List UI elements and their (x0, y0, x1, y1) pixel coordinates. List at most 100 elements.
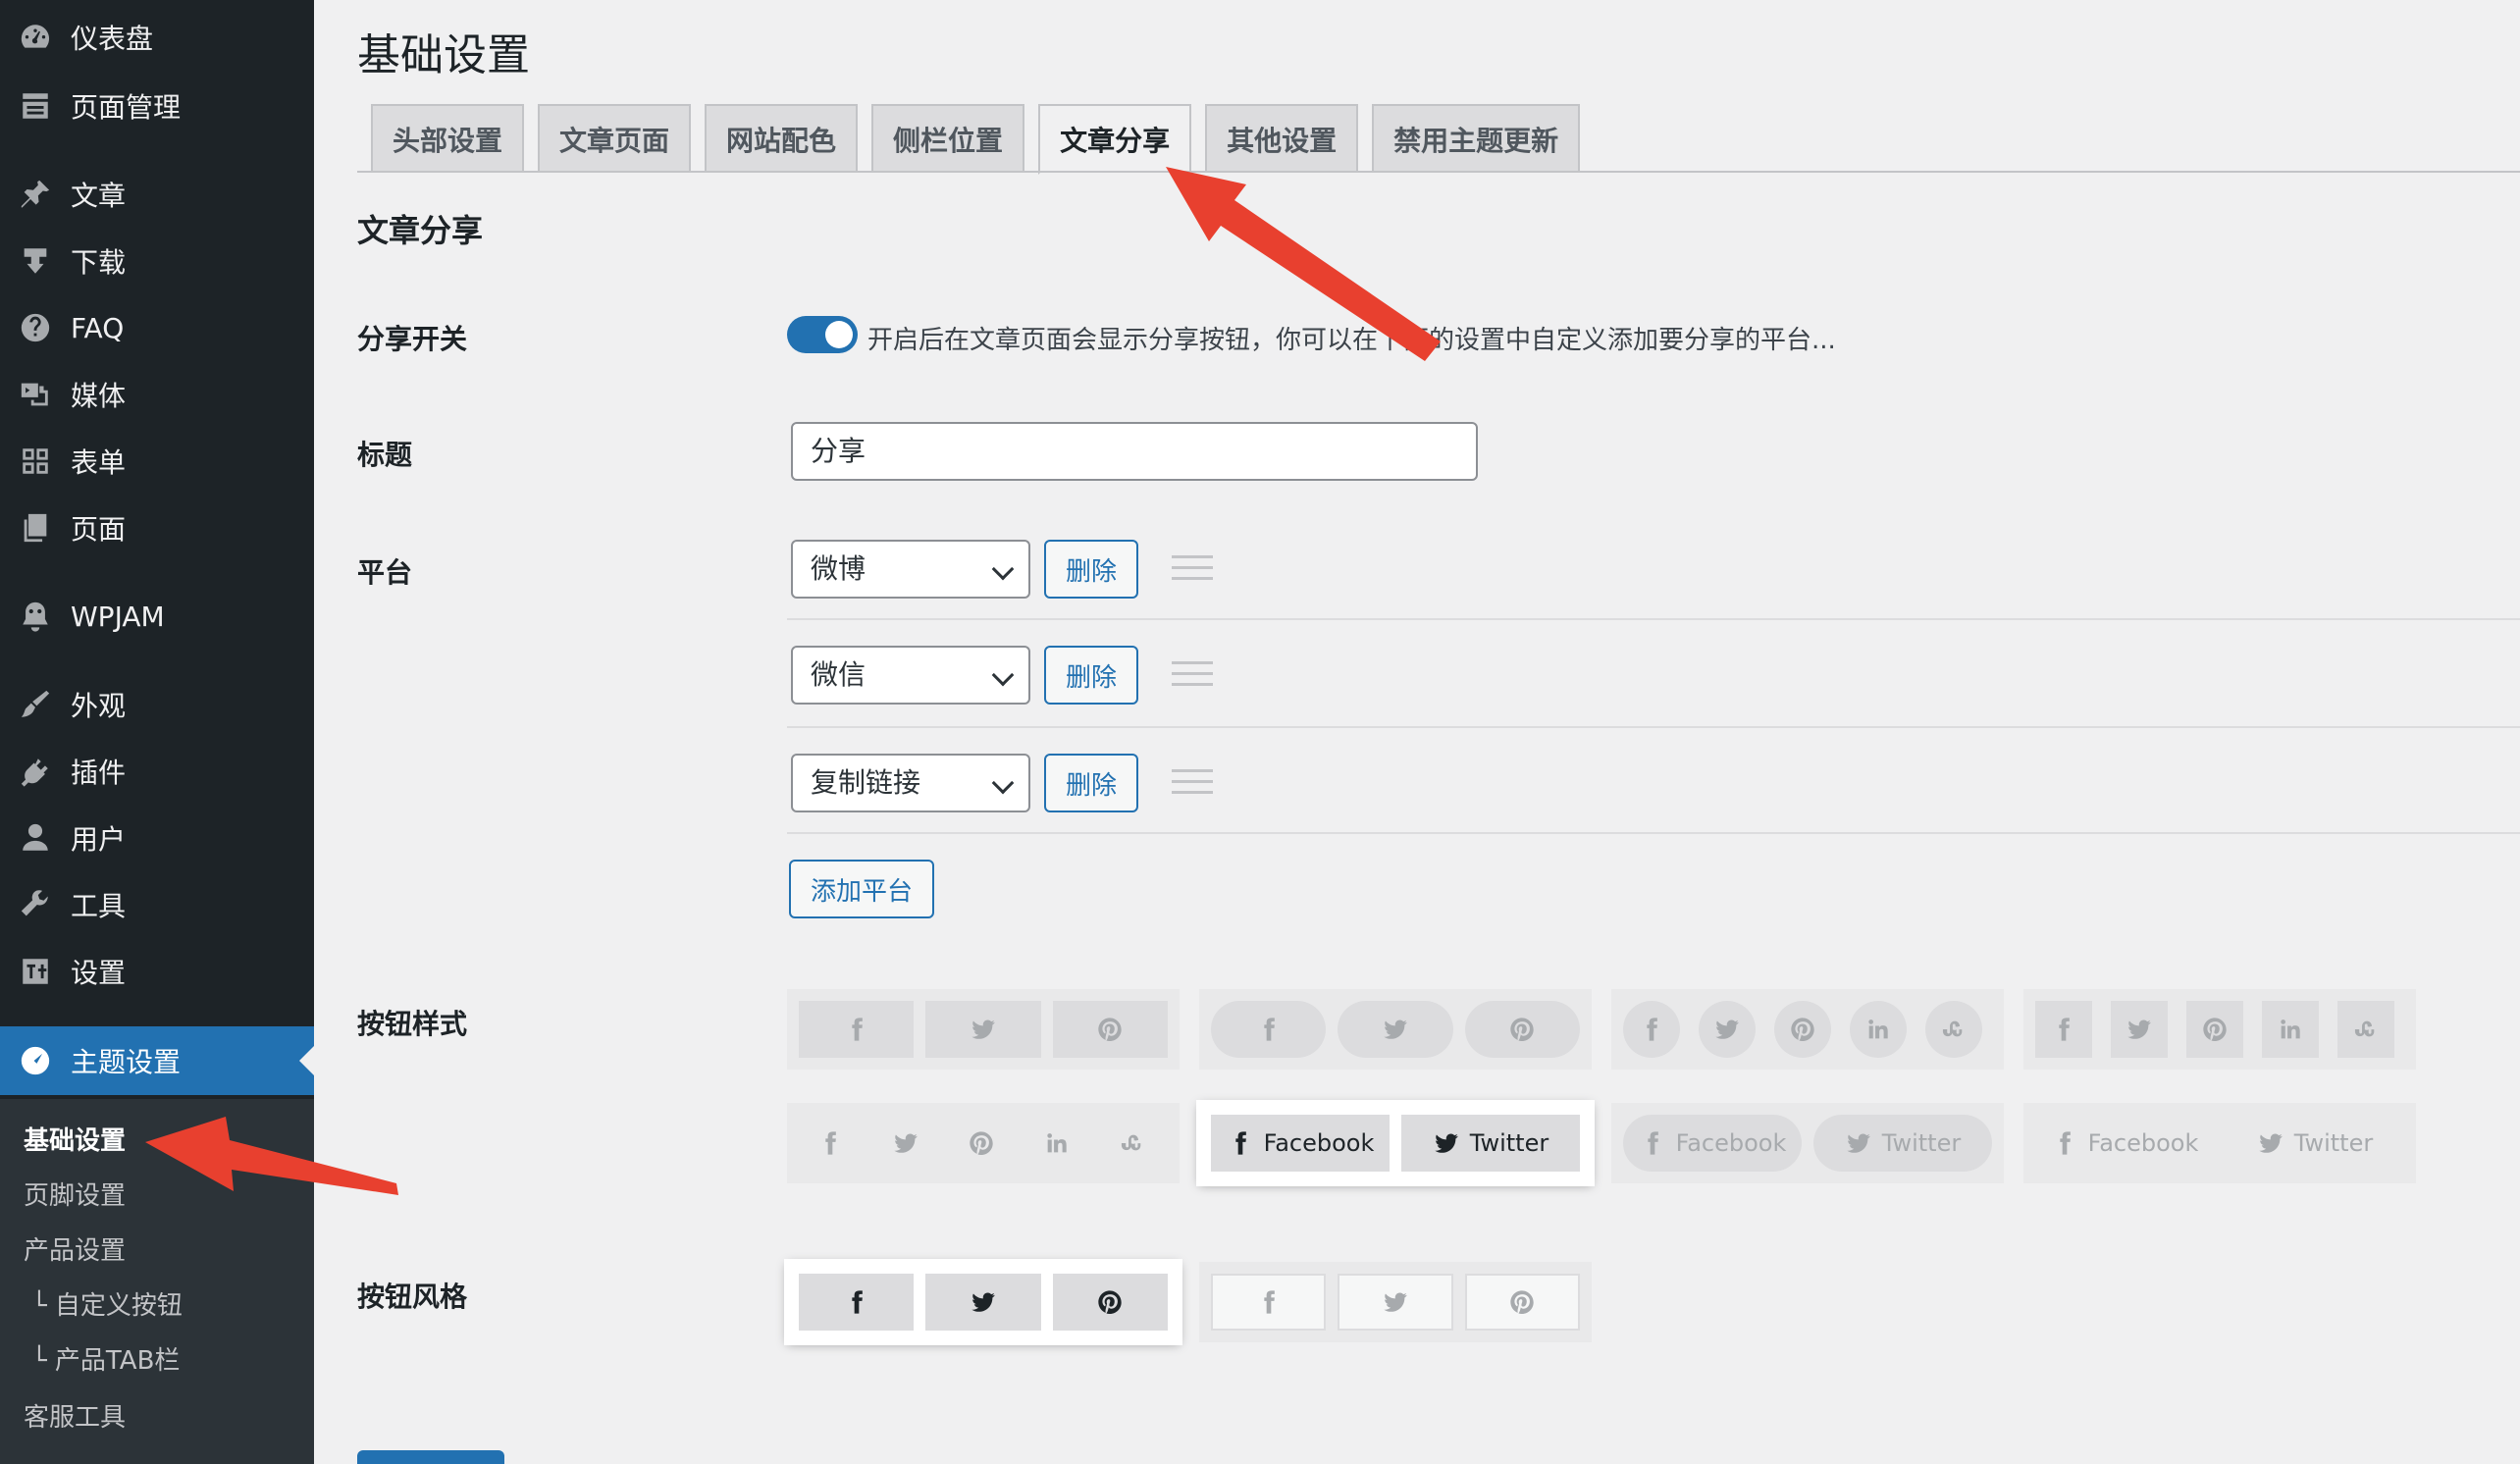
title-label: 标题 (357, 439, 413, 471)
sidebar-item-label: 设置 (71, 957, 127, 989)
facebook-icon (1211, 1274, 1327, 1331)
pinterest-icon (2186, 1001, 2243, 1058)
style-option-rect[interactable] (787, 989, 1180, 1070)
save-button[interactable] (357, 1450, 504, 1464)
sidebar-item-pages[interactable]: 页面 (0, 497, 314, 559)
sidebar-item-plugins[interactable]: 插件 (0, 740, 314, 803)
platform-label: 平台 (357, 556, 413, 589)
tab-other-settings[interactable]: 其他设置 (1205, 104, 1359, 173)
linkedin-icon (1850, 1001, 1907, 1058)
facebook-button: Facebook (1623, 1115, 1802, 1172)
select-value: 微博 (811, 552, 866, 585)
button-theme-label: 按钮风格 (357, 1281, 468, 1313)
sidebar-item-page-manage[interactable]: 页面管理 (0, 75, 314, 137)
sidebar-item-faq[interactable]: FAQ (0, 296, 314, 359)
twitter-button: Twitter (1401, 1115, 1580, 1172)
stumbleupon-icon (2337, 1001, 2394, 1058)
style-option-text-plain[interactable]: Facebook Twitter (2023, 1103, 2416, 1183)
admin-sidebar: 仪表盘 页面管理 文章 下载 FAQ 媒体 表单 页面 WPJAM 外观 插件 (0, 0, 314, 1464)
pinterest-icon (1464, 1274, 1580, 1331)
sidebar-item-dashboard[interactable]: 仪表盘 (0, 6, 314, 69)
twitter-label: Twitter (1881, 1129, 1962, 1157)
twitter-icon (1338, 1001, 1453, 1058)
twitter-icon (925, 1001, 1041, 1058)
style-option-text-pill[interactable]: Facebook Twitter (1611, 1103, 2004, 1183)
drag-handle-icon[interactable] (1172, 555, 1213, 583)
style-option-circle[interactable] (1611, 989, 2004, 1070)
section-title: 文章分享 (357, 212, 484, 249)
style-option-text-rect[interactable]: Facebook Twitter (1199, 1103, 1592, 1183)
drag-handle-icon[interactable] (1172, 661, 1213, 689)
sidebar-item-media[interactable]: 媒体 (0, 363, 314, 426)
appearance-icon (18, 687, 53, 722)
drag-handle-icon[interactable] (1172, 769, 1213, 797)
sidebar-item-forms[interactable]: 表单 (0, 430, 314, 493)
select-value: 复制链接 (811, 766, 921, 799)
tab-post-page[interactable]: 文章页面 (538, 104, 692, 173)
submenu-item-basic[interactable]: 基础设置 (24, 1121, 126, 1157)
tab-sidebar-position[interactable]: 侧栏位置 (871, 104, 1025, 173)
page-manage-icon (18, 88, 53, 124)
stumbleupon-icon (1101, 1115, 1164, 1172)
style-option-pill[interactable] (1199, 989, 1592, 1070)
twitter-label: Twitter (2293, 1129, 2374, 1157)
add-platform-button[interactable]: 添加平台 (789, 860, 934, 918)
submenu-item-product-tab[interactable]: └ 产品TAB栏 (31, 1340, 180, 1377)
sidebar-item-settings[interactable]: 设置 (0, 940, 314, 1003)
linkedin-icon (2262, 1001, 2319, 1058)
facebook-button: Facebook (1211, 1115, 1390, 1172)
sidebar-item-download[interactable]: 下载 (0, 230, 314, 292)
delete-button[interactable]: 删除 (1044, 754, 1138, 812)
platform-select-3[interactable]: 复制链接 (791, 754, 1030, 812)
pages-icon (18, 510, 53, 546)
facebook-icon (2051, 1129, 2078, 1157)
facebook-label: Facebook (1675, 1129, 1787, 1157)
facebook-icon (1623, 1001, 1680, 1058)
delete-button[interactable]: 删除 (1044, 540, 1138, 599)
user-icon (18, 820, 53, 856)
tab-disable-theme-update[interactable]: 禁用主题更新 (1372, 104, 1581, 173)
theme-settings-icon (18, 1043, 53, 1078)
submenu-item-customer-service[interactable]: 客服工具 (24, 1397, 126, 1434)
twitter-button: Twitter (2226, 1115, 2404, 1172)
sidebar-item-label: 工具 (71, 890, 127, 922)
sidebar-item-appearance[interactable]: 外观 (0, 673, 314, 736)
tab-post-share[interactable]: 文章分享 (1038, 104, 1192, 175)
tab-site-colors[interactable]: 网站配色 (705, 104, 859, 173)
download-icon (18, 243, 53, 279)
sidebar-item-label: FAQ (71, 311, 125, 344)
delete-button[interactable]: 删除 (1044, 646, 1138, 705)
sidebar-item-posts[interactable]: 文章 (0, 163, 314, 226)
facebook-icon (1211, 1001, 1327, 1058)
submenu-item-footer[interactable]: 页脚设置 (24, 1176, 126, 1212)
twitter-label: Twitter (1469, 1129, 1549, 1157)
theme-option-outline[interactable] (1199, 1262, 1592, 1342)
form-icon (18, 444, 53, 479)
sidebar-item-wpjam[interactable]: WPJAM (0, 585, 314, 648)
style-option-plain-icons[interactable] (787, 1103, 1180, 1183)
tab-header[interactable]: 头部设置 (371, 104, 525, 173)
submenu-item-product[interactable]: 产品设置 (24, 1230, 126, 1267)
sidebar-item-label: 仪表盘 (71, 23, 154, 55)
theme-settings-submenu: 基础设置 页脚设置 产品设置 └ 自定义按钮 └ 产品TAB栏 客服工具 (0, 1099, 314, 1464)
platform-select-2[interactable]: 微信 (791, 646, 1030, 705)
settings-icon (18, 954, 53, 989)
platform-select-1[interactable]: 微博 (791, 540, 1030, 599)
title-input[interactable]: 分享 (791, 422, 1478, 481)
sidebar-item-users[interactable]: 用户 (0, 807, 314, 869)
linkedin-icon (1025, 1115, 1088, 1172)
facebook-label: Facebook (1263, 1129, 1375, 1157)
sidebar-item-label: 用户 (71, 823, 127, 856)
row-divider (787, 618, 2520, 620)
submenu-item-custom-button[interactable]: └ 自定义按钮 (31, 1285, 183, 1322)
theme-option-dark[interactable] (787, 1262, 1180, 1342)
sidebar-item-theme-settings[interactable]: 主题设置 (0, 1026, 314, 1095)
pinterest-icon (1052, 1001, 1168, 1058)
sidebar-item-tools[interactable]: 工具 (0, 873, 314, 936)
share-switch-description: 开启后在文章页面会显示分享按钮，你可以在下面的设置中自定义添加要分享的平台... (867, 326, 1836, 355)
style-option-square[interactable] (2023, 989, 2416, 1070)
share-switch-toggle[interactable] (787, 316, 858, 353)
select-value: 微信 (811, 658, 866, 691)
facebook-icon (2035, 1001, 2092, 1058)
row-divider (787, 726, 2520, 728)
